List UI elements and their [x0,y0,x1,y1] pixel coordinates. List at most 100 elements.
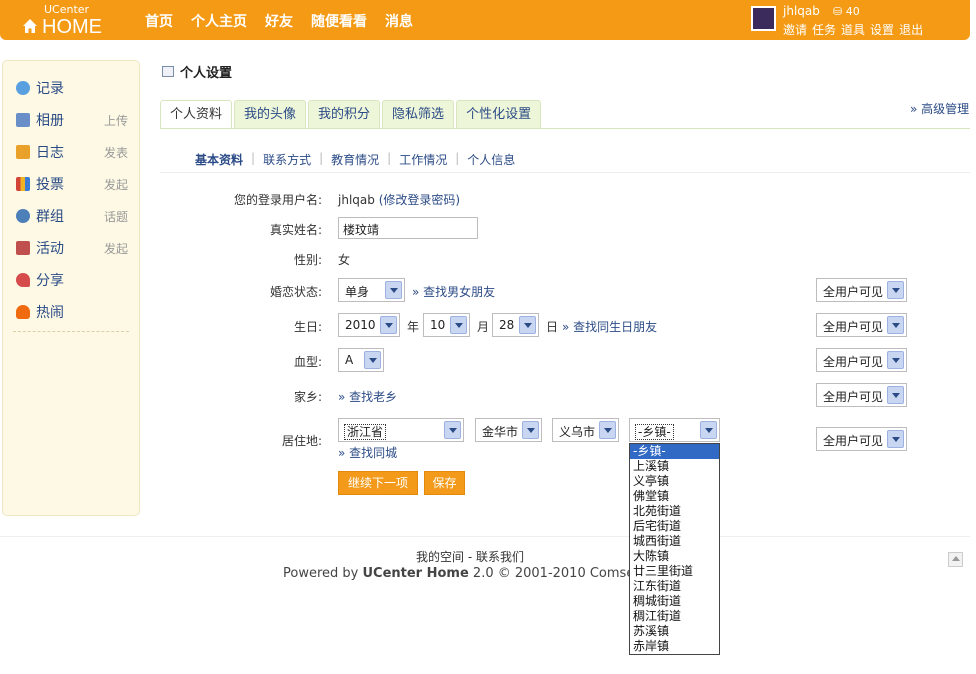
tab-avatar[interactable]: 我的头像 [234,100,307,129]
county-select[interactable]: 义乌市 [552,418,619,442]
sidebar-item-event[interactable]: 活动 发起 [16,238,128,258]
tab-personalize[interactable]: 个性化设置 [456,100,542,129]
realname-input[interactable]: 楼玟靖 [338,217,478,239]
marital-privacy-select[interactable]: 全用户可见 [816,278,907,302]
residence-privacy-select[interactable]: 全用户可见 [816,427,907,451]
settings-link[interactable]: 设置 [870,21,894,38]
photo-icon [16,113,30,127]
town-option[interactable]: 城西街道 [630,534,719,549]
tab-credits[interactable]: 我的积分 [308,100,381,129]
advanced-manage-link[interactable]: » 高级管理 [910,100,969,117]
chevron-down-icon [385,281,402,299]
chevron-down-icon [450,316,467,334]
town-option[interactable]: 北苑街道 [630,504,719,519]
heart-share-icon [16,273,30,287]
save-button[interactable]: 保存 [424,471,465,495]
birth-month-select[interactable]: 10 [423,313,470,337]
town-option[interactable]: 上溪镇 [630,459,719,474]
sidebar-sub-upload[interactable]: 上传 [104,112,128,129]
sidebar-sub-publish[interactable]: 发表 [104,144,128,161]
footer-link-text[interactable]: 我的空间 - 联系我们 [416,550,524,564]
month-unit: 月 [477,320,490,334]
nav-profile[interactable]: 个人主页 [191,11,247,31]
home-icon [23,19,37,33]
hometown-privacy-select[interactable]: 全用户可见 [816,383,907,407]
profile-card-icon [162,66,174,77]
marital-select[interactable]: 单身 [338,278,405,302]
invite-link[interactable]: 邀请 [783,21,807,38]
province-select[interactable]: 浙江省 [338,418,464,442]
footer-powered: Powered by UCenter Home 2.0 © 2001-2010 … [283,566,650,581]
login-value: jhlqab [338,193,375,207]
subnav-contact[interactable]: 联系方式 [263,151,311,168]
sidebar-item-poll[interactable]: 投票 发起 [16,174,128,194]
sidebar-item-album[interactable]: 相册 上传 [16,110,128,130]
find-same-birthday-link[interactable]: » 查找同生日朋友 [562,318,657,335]
chevron-down-icon [522,421,539,439]
birth-day-select[interactable]: 28 [492,313,539,337]
powered-product: UCenter Home [362,566,469,581]
town-option[interactable]: 赤岸镇 [630,639,719,654]
town-option[interactable]: 佛堂镇 [630,489,719,504]
tab-profile[interactable]: 个人资料 [160,100,233,129]
find-townsman-link[interactable]: » 查找老乡 [338,388,397,405]
nav-messages[interactable]: 消息 [385,11,413,31]
subnav-education[interactable]: 教育情况 [331,151,379,168]
sidebar-sub-topic[interactable]: 话题 [104,208,128,225]
username[interactable]: jhlqab [783,4,820,18]
marital-label: 婚恋状态: [269,285,322,299]
town-option[interactable]: 廿三里街道 [630,564,719,579]
town-option[interactable]: 苏溪镇 [630,624,719,639]
year-unit: 年 [407,320,420,334]
town-select[interactable]: -乡镇- [629,418,720,442]
town-option[interactable]: -乡镇- [630,444,719,459]
nav-friends[interactable]: 好友 [265,11,293,31]
back-to-top-icon[interactable] [948,552,963,567]
town-option[interactable]: 后宅街道 [630,519,719,534]
sidebar-item-blog[interactable]: 日志 发表 [16,142,128,162]
subnav-basic[interactable]: 基本资料 [195,151,243,168]
blood-privacy-select[interactable]: 全用户可见 [816,348,907,372]
change-password-link[interactable]: (修改登录密码) [379,193,460,207]
sidebar-item-share[interactable]: 分享 [16,270,128,290]
logout-link[interactable]: 退出 [899,21,923,38]
town-option[interactable]: 稠城街道 [630,594,719,609]
find-same-city-link[interactable]: » 查找同城 [338,444,397,461]
realname-label: 真实姓名: [269,223,322,237]
gender-value: 女 [338,253,351,267]
birthday-privacy-select[interactable]: 全用户可见 [816,313,907,337]
sidebar-item-group[interactable]: 群组 话题 [16,206,128,226]
footer-links: 我的空间 - 联系我们 [416,548,524,565]
subnav-personal[interactable]: 个人信息 [467,151,515,168]
settings-tabs: 个人资料 我的头像 我的积分 隐私筛选 个性化设置 [160,100,542,129]
speech-bubble-icon [16,81,30,95]
nav-explore[interactable]: 随便看看 [311,11,367,31]
city-select[interactable]: 金华市 [475,418,542,442]
logo-big-text: HOME [42,16,102,38]
sidebar-sub-start-poll[interactable]: 发起 [104,176,128,193]
tasks-link[interactable]: 任务 [812,21,836,38]
residence-label: 居住地: [281,434,322,448]
tab-privacy[interactable]: 隐私筛选 [382,100,455,129]
chevron-down-icon [887,351,904,369]
props-link[interactable]: 道具 [841,21,865,38]
find-partner-link[interactable]: » 查找男女朋友 [412,283,495,300]
subnav-divider [160,172,970,173]
next-button[interactable]: 继续下一项 [338,471,418,495]
footer-divider [0,536,970,537]
town-option[interactable]: 义亭镇 [630,474,719,489]
credit-count: ⛁ 40 [833,5,860,18]
sidebar-item-record[interactable]: 记录 [16,78,128,98]
town-option[interactable]: 江东街道 [630,579,719,594]
town-option[interactable]: 稠江街道 [630,609,719,624]
calendar-icon [16,241,30,255]
sidebar-item-hot[interactable]: 热闹 [16,302,128,322]
nav-home[interactable]: 首页 [145,11,173,31]
blood-select[interactable]: A [338,348,384,372]
subnav-work[interactable]: 工作情况 [399,151,447,168]
birth-year-select[interactable]: 2010 [338,313,400,337]
sidebar-sub-start-event[interactable]: 发起 [104,240,128,257]
town-option[interactable]: 大陈镇 [630,549,719,564]
main-nav: 首页 个人主页 好友 随便看看 消息 [145,11,413,31]
avatar[interactable] [751,6,776,31]
